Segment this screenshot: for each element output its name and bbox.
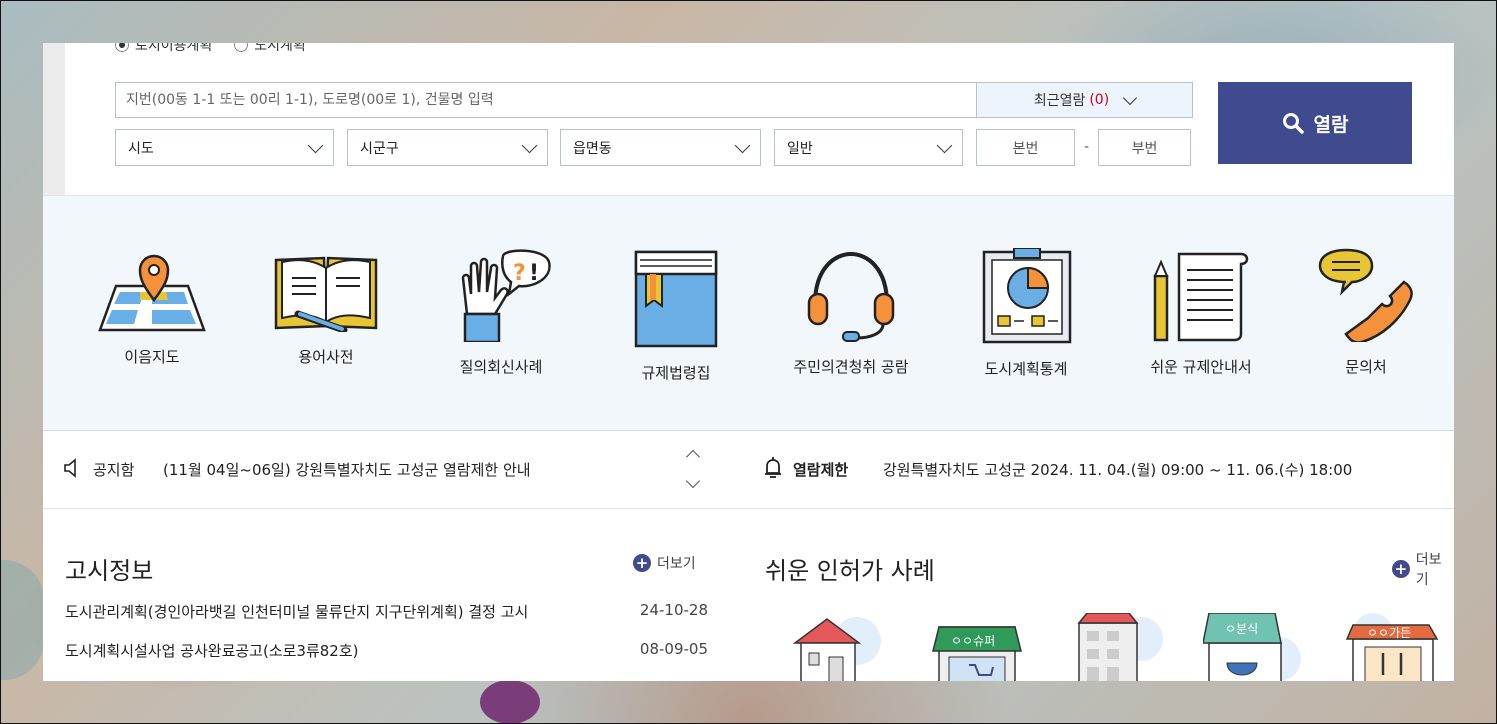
announcement-title: 도시관리계획(경인아라뱃길 인천터미널 물류단지 지구단위계획) 결정 고시 bbox=[65, 603, 529, 621]
supermarket-icon[interactable]: ㅇㅇ슈퍼 bbox=[931, 613, 1031, 681]
shortcut-qna-cases-label: 질의회신사례 bbox=[459, 358, 543, 376]
sido-select-value: 시도 bbox=[128, 140, 154, 157]
shortcut-public-hearing[interactable]: 주민의견청취 공람 bbox=[771, 248, 931, 377]
radio-city-plan-label: 도시계획 bbox=[254, 43, 306, 54]
announcements-more-label: 더보기 bbox=[657, 556, 696, 572]
chevron-down-icon bbox=[1123, 90, 1138, 105]
background-map-decoration bbox=[0, 560, 44, 680]
notice-text-link[interactable]: (11월 04일~06일) 강원특별자치도 고성군 열람제한 안내 bbox=[163, 459, 531, 480]
sub-number-placeholder: 부번 bbox=[1131, 140, 1158, 157]
shortcut-law-collection-label: 규제법령집 bbox=[641, 364, 711, 382]
announcement-row[interactable]: 도시관리계획(경인아라뱃길 인천터미널 물류단지 지구단위계획) 결정 고시 24… bbox=[65, 601, 708, 622]
plus-icon: + bbox=[1392, 560, 1410, 578]
notice-label: 공지함 bbox=[93, 461, 135, 479]
shortcut-city-plan-stats[interactable]: 도시계획통계 bbox=[946, 248, 1106, 379]
main-panel: 토지이용계획 도시계획 최근열람 (0) 시도 시군구 읍면동 일반 본번 - … bbox=[43, 43, 1454, 681]
announcements-more-button[interactable]: + 더보기 bbox=[633, 553, 696, 573]
shortcut-contact-label: 문의처 bbox=[1345, 358, 1387, 376]
land-type-select-value: 일반 bbox=[787, 140, 813, 157]
shortcut-eum-map[interactable]: 이음지도 bbox=[72, 248, 232, 367]
announcement-date: 08-09-05 bbox=[639, 640, 708, 658]
pie-chart-board-icon bbox=[982, 248, 1072, 344]
eupmyeondong-select[interactable]: 읍면동 bbox=[560, 129, 761, 166]
background-map-marker bbox=[480, 680, 540, 724]
svg-text:!: ! bbox=[529, 261, 539, 286]
law-book-icon bbox=[634, 250, 718, 348]
number-separator: - bbox=[1084, 139, 1090, 155]
raised-hand-question-icon: ? ! bbox=[461, 249, 551, 342]
chevron-down-icon bbox=[936, 137, 953, 153]
radio-city-plan[interactable]: 도시계획 bbox=[234, 43, 306, 55]
recent-views-dropdown[interactable]: 최근열람 (0) bbox=[976, 82, 1193, 118]
snack-bar-sign: ㅇ분식 bbox=[1225, 622, 1258, 636]
shortcut-law-collection[interactable]: 규제법령집 bbox=[596, 248, 756, 383]
restrict-label: 열람제한 bbox=[793, 461, 849, 479]
plus-icon: + bbox=[633, 554, 651, 572]
sigungu-select-value: 시군구 bbox=[360, 140, 399, 157]
announcement-date: 24-10-28 bbox=[639, 601, 708, 619]
search-type-radios: 토지이용계획 도시계획 bbox=[115, 43, 306, 55]
open-book-icon bbox=[274, 256, 378, 332]
phone-chat-icon bbox=[1318, 248, 1413, 342]
house-icon[interactable] bbox=[791, 613, 887, 681]
headset-icon bbox=[807, 251, 895, 342]
chevron-down-icon[interactable] bbox=[685, 473, 701, 489]
cases-title: 쉬운 인허가 사례 bbox=[765, 557, 935, 585]
main-number-input[interactable]: 본번 bbox=[976, 129, 1075, 166]
shortcut-qna-cases[interactable]: ? ! 질의회신사례 bbox=[421, 248, 581, 377]
snack-bar-icon[interactable]: ㅇ분식 bbox=[1203, 613, 1307, 681]
sido-select[interactable]: 시도 bbox=[115, 129, 334, 166]
chevron-down-icon bbox=[307, 137, 324, 153]
chevron-up-icon[interactable] bbox=[685, 449, 701, 465]
eupmyeondong-select-value: 읍면동 bbox=[573, 140, 612, 157]
notice-bar: 공지함 (11월 04일~06일) 강원특별자치도 고성군 열람제한 안내 열람… bbox=[43, 431, 1454, 509]
cases-more-label: 더보기 bbox=[1415, 552, 1442, 588]
announcement-row[interactable]: 도시계획시설사업 공사완료공고(소로3류82호) 08-09-05 bbox=[65, 640, 708, 661]
announcements-title: 고시정보 bbox=[65, 557, 154, 585]
speaker-icon bbox=[64, 458, 82, 478]
chevron-down-icon bbox=[734, 137, 751, 153]
restrict-text: 강원특별자치도 고성군 2024. 11. 04.(월) 09:00 ~ 11.… bbox=[883, 461, 1353, 479]
sigungu-select[interactable]: 시군구 bbox=[347, 129, 548, 166]
search-area: 토지이용계획 도시계획 최근열람 (0) 시도 시군구 읍면동 일반 본번 - … bbox=[43, 43, 1454, 195]
announcement-title: 도시계획시설사업 공사완료공고(소로3류82호) bbox=[65, 642, 359, 660]
open-button[interactable]: 열람 bbox=[1218, 82, 1412, 164]
supermarket-sign: ㅇㅇ슈퍼 bbox=[951, 634, 995, 648]
recent-views-count: (0) bbox=[1089, 92, 1110, 108]
restaurant-sign: ㅇㅇ가든 bbox=[1367, 626, 1411, 640]
radio-checked-icon[interactable] bbox=[115, 43, 129, 52]
radio-land-use[interactable]: 토지이용계획 bbox=[115, 43, 212, 55]
land-type-select[interactable]: 일반 bbox=[774, 129, 963, 166]
main-number-placeholder: 본번 bbox=[1012, 140, 1039, 157]
shortcut-public-hearing-label: 주민의견청취 공람 bbox=[793, 358, 909, 376]
shortcut-contact[interactable]: 문의처 bbox=[1286, 248, 1446, 377]
radio-unchecked-icon[interactable] bbox=[234, 43, 249, 52]
building-icon[interactable] bbox=[1073, 613, 1169, 681]
recent-views-label: 최근열람 bbox=[1033, 93, 1086, 109]
address-search-input[interactable] bbox=[115, 82, 977, 118]
cases-more-button[interactable]: + 더보기 bbox=[1392, 549, 1454, 589]
map-pin-icon bbox=[98, 254, 206, 332]
shortcut-city-plan-stats-label: 도시계획통계 bbox=[984, 360, 1068, 378]
shortcut-eum-map-label: 이음지도 bbox=[124, 348, 180, 366]
radio-land-use-label: 토지이용계획 bbox=[135, 43, 213, 54]
bell-icon bbox=[765, 457, 781, 478]
scroll-pencil-icon bbox=[1153, 252, 1249, 342]
search-icon bbox=[1282, 113, 1304, 134]
shortcut-easy-guide-label: 쉬운 규제안내서 bbox=[1150, 358, 1252, 376]
shortcut-easy-guide[interactable]: 쉬운 규제안내서 bbox=[1121, 248, 1281, 377]
shortcut-menu: 이음지도 용어사전 ? ! 질의회신사례 규제법령집 주민의견청취 공람 도시계… bbox=[43, 195, 1454, 431]
open-button-label: 열람 bbox=[1313, 113, 1349, 136]
shortcut-glossary[interactable]: 용어사전 bbox=[246, 248, 406, 367]
chevron-down-icon bbox=[521, 137, 538, 153]
svg-text:?: ? bbox=[513, 261, 526, 286]
sub-number-input[interactable]: 부번 bbox=[1098, 129, 1191, 166]
restaurant-icon[interactable]: ㅇㅇ가든 bbox=[1343, 613, 1443, 681]
shortcut-glossary-label: 용어사전 bbox=[298, 348, 354, 366]
notice-scroll-controls bbox=[683, 447, 703, 500]
